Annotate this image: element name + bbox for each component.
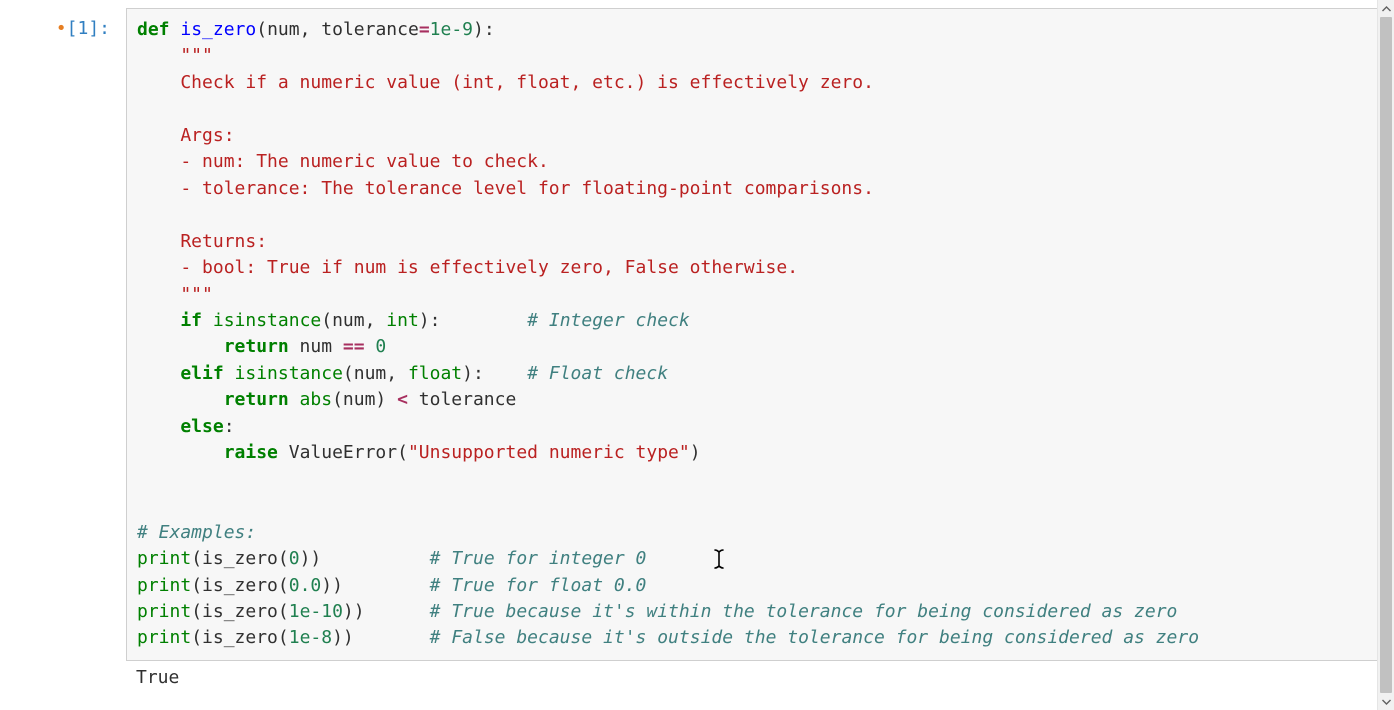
modified-dot-icon: • (56, 18, 67, 39)
exec-count: [1]: (67, 18, 110, 39)
code-input-area[interactable]: def is_zero(num, tolerance=1e-9): """ Ch… (126, 8, 1386, 661)
output-cell: True (0, 661, 1394, 691)
stdout-text: True (136, 665, 1376, 691)
input-prompt: •[1]: (0, 8, 118, 39)
vertical-scrollbar[interactable] (1377, 0, 1394, 710)
notebook-scroll-area[interactable]: •[1]: def is_zero(num, tolerance=1e-9): … (0, 0, 1394, 710)
code-cell[interactable]: •[1]: def is_zero(num, tolerance=1e-9): … (0, 4, 1394, 661)
chevron-down-icon (1382, 699, 1391, 705)
scroll-down-button[interactable] (1378, 693, 1394, 710)
jupyter-viewport: •[1]: def is_zero(num, tolerance=1e-9): … (0, 0, 1394, 710)
scrollbar-track[interactable] (1378, 17, 1394, 693)
chevron-up-icon (1382, 6, 1391, 12)
output-area: True (126, 661, 1386, 691)
scroll-up-button[interactable] (1378, 0, 1394, 17)
scrollbar-thumb[interactable] (1380, 17, 1392, 693)
code-editor[interactable]: def is_zero(num, tolerance=1e-9): """ Ch… (137, 17, 1375, 652)
